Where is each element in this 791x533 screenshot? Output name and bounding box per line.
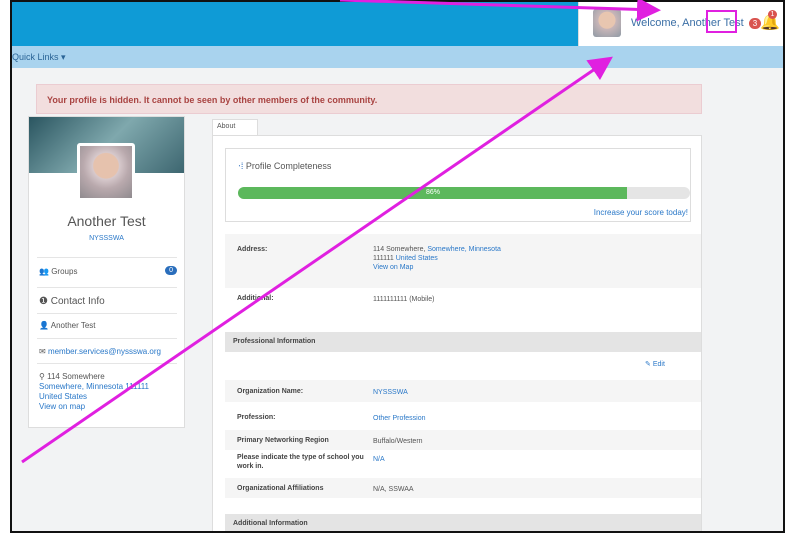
browser-frame: Welcome, Another Test 3 ▼ 🔔 1 Quick Link… [10, 0, 785, 533]
groups-icon: 👥 [39, 267, 49, 276]
contact-info-heading: ❶ Contact Info [39, 296, 105, 307]
groups-label: Groups [51, 267, 78, 276]
contact-heading-text: Contact Info [50, 296, 105, 307]
highlight-box [706, 10, 737, 33]
row-label: Please indicate the type of school you w… [237, 454, 364, 470]
contact-name: 👤 Another Test [39, 321, 96, 330]
profile-details: ‧⁞ Profile Completeness 86% Increase you… [212, 135, 702, 531]
contact-email[interactable]: ✉ member.services@nyssswa.org [39, 347, 161, 356]
alert-text: Your profile is hidden. It cannot be see… [47, 95, 378, 105]
row-label: Profession: [237, 414, 276, 421]
increase-score-link[interactable]: Increase your score today! [594, 208, 688, 217]
contact-address: ⚲ 114 Somewhere Somewhere, Minnesota 111… [39, 372, 149, 412]
address-state-link[interactable]: Minnesota [469, 246, 501, 253]
address-country-link[interactable]: United States [396, 255, 438, 262]
tab-about[interactable]: About [212, 119, 258, 135]
divider [37, 313, 177, 314]
signal-icon: ‧⁞ [238, 161, 244, 171]
address-label: Address: [237, 246, 268, 253]
user-avatar[interactable] [593, 9, 621, 37]
edit-label: Edit [652, 361, 665, 368]
profile-completeness-title: ‧⁞ Profile Completeness [238, 161, 331, 172]
address-block: Address: 114 Somewhere, Somewhere, Minne… [225, 234, 701, 288]
top-navbar: Welcome, Another Test 3 ▼ 🔔 1 [12, 2, 783, 46]
hidden-profile-alert: Your profile is hidden. It cannot be see… [36, 84, 702, 114]
quick-links-menu[interactable]: Quick Links ▾ [12, 52, 66, 63]
user-icon: 👤 [39, 321, 49, 330]
view-on-map-link-main[interactable]: View on Map [373, 263, 501, 272]
profile-name: Another Test [67, 213, 146, 229]
profile-org-link[interactable]: NYSSSWA [29, 235, 184, 242]
table-row: Organization Name: NYSSSWA [225, 380, 701, 402]
contact-name-text: Another Test [50, 321, 96, 330]
row-label: Organization Name: [237, 388, 304, 395]
edit-button[interactable]: ✎ Edit [645, 360, 665, 368]
row-label: Organizational Affiliations [237, 485, 324, 492]
address-city-link[interactable]: Somewhere, [427, 246, 466, 253]
view-on-map-link[interactable]: View on map [39, 402, 149, 412]
info-icon: ❶ [39, 296, 48, 307]
professional-info-heading: Professional Information [225, 332, 701, 352]
table-row: Organizational Affiliations N/A, SSWAA [225, 478, 701, 498]
groups-row[interactable]: 👥 Groups 0 [39, 266, 177, 276]
map-pin-icon: ⚲ [39, 372, 45, 381]
bell-badge: 1 [768, 10, 777, 19]
divider [37, 338, 177, 339]
pencil-icon: ✎ [645, 361, 651, 368]
additional-value: 1111111111 (Mobile) [373, 296, 435, 303]
user-menu[interactable]: Welcome, Another Test 3 ▼ [578, 2, 783, 46]
divider [37, 287, 177, 288]
envelope-icon: ✉ [39, 347, 46, 356]
email-link[interactable]: member.services@nyssswa.org [48, 347, 161, 356]
row-value: N/A, SSWAA [373, 486, 414, 493]
profile-card: Another Test NYSSSWA 👥 Groups 0 ❶ Contac… [28, 116, 185, 428]
groups-count: 0 [165, 266, 177, 275]
profile-completeness-box: ‧⁞ Profile Completeness 86% Increase you… [225, 148, 691, 222]
address-zip: 111111 [373, 255, 394, 262]
additional-label: Additional: [237, 295, 274, 302]
address-value: 114 Somewhere, Somewhere, Minnesota 1111… [373, 245, 501, 272]
address-line2[interactable]: Somewhere, Minnesota 111111 [39, 382, 149, 392]
profile-photo[interactable] [77, 143, 135, 201]
completeness-progress-bar: 86% [238, 187, 690, 199]
table-row: Profession: Other Profession [225, 406, 701, 428]
row-value[interactable]: NYSSSWA [373, 388, 408, 397]
quick-links-bar: Quick Links ▾ [12, 46, 783, 68]
row-label: Primary Networking Region [237, 437, 329, 444]
row-value[interactable]: N/A [373, 455, 385, 464]
address-line3[interactable]: United States [39, 392, 149, 402]
row-value: Buffalo/Western [373, 438, 423, 445]
divider [37, 257, 177, 258]
progress-label: 86% [425, 189, 440, 196]
completeness-title-text: Profile Completeness [245, 161, 332, 171]
additional-info-heading: Additional Information [225, 514, 701, 531]
welcome-dropdown[interactable]: Welcome, Another Test 3 ▼ [631, 17, 774, 29]
row-value[interactable]: Other Profession [373, 414, 426, 423]
divider [37, 363, 177, 364]
address-street: 114 Somewhere, [373, 246, 426, 253]
table-row: Please indicate the type of school you w… [225, 450, 701, 476]
address-line1: 114 Somewhere [47, 372, 105, 381]
table-row: Primary Networking Region Buffalo/Wester… [225, 430, 701, 450]
